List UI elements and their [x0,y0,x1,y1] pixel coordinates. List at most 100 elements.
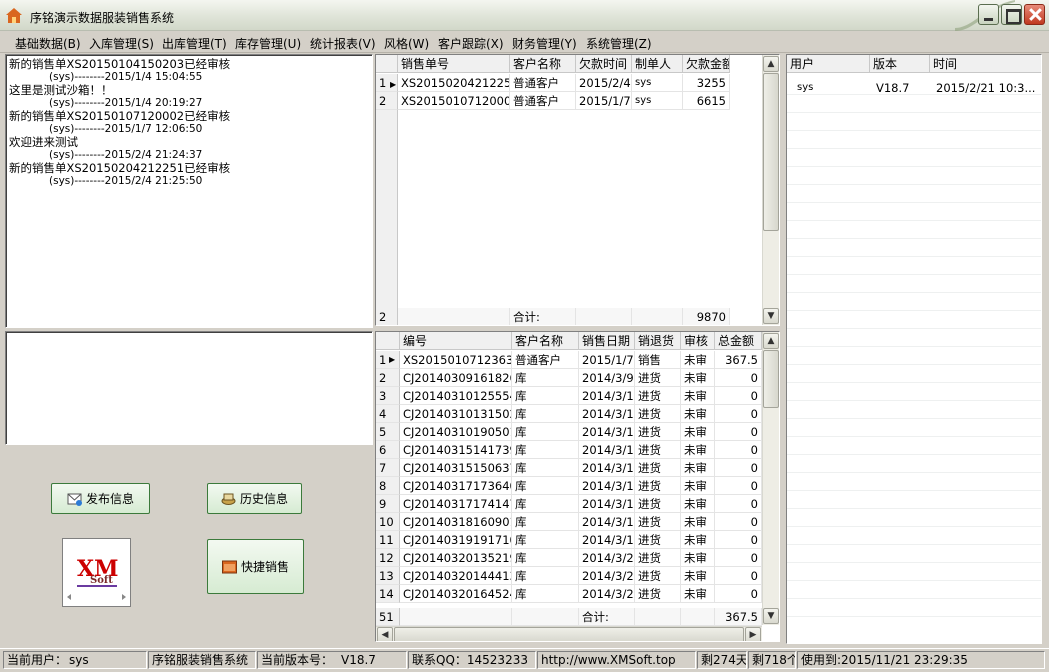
scroll-thumb[interactable] [394,627,744,641]
table-cell[interactable]: 进货 [635,387,681,405]
table-cell[interactable]: 2014/3/20 [579,549,635,567]
table-cell[interactable]: 6615 [683,92,730,110]
table-cell[interactable]: 2014/3/19 [579,531,635,549]
message-input[interactable] [5,331,373,445]
table-cell[interactable]: 进货 [635,405,681,423]
scroll-thumb[interactable] [763,73,779,231]
column-header[interactable]: 销售单号 [398,55,510,73]
table-cell[interactable]: 普通客户 [510,92,576,110]
column-header[interactable]: 总金额 [715,332,762,350]
table-cell[interactable]: 进货 [635,459,681,477]
column-header[interactable]: 销退货 [635,332,681,350]
table-cell[interactable]: 2015/2/4 2 [576,74,632,92]
menu-system[interactable]: 系统管理(Z) [586,35,652,52]
table-cell[interactable]: 进货 [635,585,681,603]
table-cell[interactable]: 2014/3/10 [579,387,635,405]
table-cell[interactable]: 2014/3/18 [579,513,635,531]
vertical-scrollbar[interactable]: ▲ ▼ [762,332,779,625]
minimize-button[interactable] [978,4,999,25]
status-url[interactable]: http://www.XMSoft.top [537,651,696,669]
column-header[interactable]: 欠款金额 [683,55,730,73]
column-header[interactable]: 制单人 [632,55,683,73]
table-cell[interactable]: XS20150204212251 [398,74,510,92]
table-cell[interactable]: CJ20140310190501 [400,423,512,441]
table-cell[interactable]: 2014/3/20 [579,567,635,585]
scroll-down-button[interactable]: ▼ [763,608,779,624]
table-cell[interactable]: 进货 [635,477,681,495]
close-button[interactable] [1024,4,1045,25]
menu-inbound[interactable]: 入库管理(S) [89,35,154,52]
table-cell[interactable]: 未审 [681,495,715,513]
table-cell[interactable]: 0 [715,387,762,405]
horizontal-scrollbar[interactable]: ◀ ▶ [376,626,762,641]
title-bar[interactable]: 序铭演示数据服装销售系统 [0,0,1049,31]
table-cell[interactable]: 未审 [681,549,715,567]
table-cell[interactable]: 库 [512,585,579,603]
table-cell[interactable]: 进货 [635,423,681,441]
table-cell[interactable]: 0 [715,369,762,387]
table-cell[interactable]: 库 [512,567,579,585]
table-cell[interactable]: 未审 [681,477,715,495]
table-cell[interactable]: CJ20140309161826 [400,369,512,387]
table-cell[interactable]: CJ20140320135219 [400,549,512,567]
table-cell[interactable]: 0 [715,531,762,549]
table-cell[interactable]: 0 [715,441,762,459]
table-cell[interactable]: 0 [715,405,762,423]
column-header[interactable]: 编号 [400,332,512,350]
table-cell[interactable]: 库 [512,405,579,423]
column-header[interactable]: 审核 [681,332,715,350]
table-cell[interactable]: 2014/3/10 [579,423,635,441]
vertical-scrollbar[interactable]: ▲ ▼ [762,55,779,325]
table-cell[interactable]: 未审 [681,585,715,603]
table-cell[interactable]: 库 [512,549,579,567]
table-cell[interactable]: 库 [512,495,579,513]
table-cell[interactable]: 未审 [681,531,715,549]
debt-grid[interactable]: 销售单号 客户名称 欠款时间 制单人 欠款金额 1 ▶ XS2015020421… [375,54,780,326]
table-cell[interactable]: 进货 [635,441,681,459]
quick-sale-button[interactable]: 快捷销售 [207,539,304,594]
table-cell[interactable]: 367.5 [715,351,762,369]
table-cell[interactable]: CJ20140317173640 [400,477,512,495]
table-cell[interactable]: CJ20140318160901 [400,513,512,531]
table-cell[interactable]: 未审 [681,441,715,459]
menu-reports[interactable]: 统计报表(V) [310,35,376,52]
table-cell[interactable]: 0 [715,423,762,441]
scroll-up-button[interactable]: ▲ [763,333,779,349]
table-cell[interactable]: 2014/3/9 [579,369,635,387]
scroll-right-button[interactable]: ▶ [745,627,761,641]
table-cell[interactable]: 0 [715,513,762,531]
table-cell[interactable]: sys [632,74,683,92]
table-cell[interactable]: 进货 [635,567,681,585]
table-cell[interactable]: CJ20140319191710 [400,531,512,549]
table-cell[interactable]: 未审 [681,513,715,531]
table-cell[interactable]: 库 [512,369,579,387]
table-cell[interactable]: 2014/3/10 [579,405,635,423]
table-cell[interactable]: 进货 [635,531,681,549]
table-cell[interactable]: 进货 [635,513,681,531]
column-header[interactable]: 客户名称 [512,332,579,350]
table-cell[interactable]: 库 [512,441,579,459]
table-cell[interactable]: 0 [715,459,762,477]
table-cell[interactable]: XS20150107120002 [398,92,510,110]
table-cell[interactable]: 未审 [681,405,715,423]
table-cell[interactable]: sys [632,92,683,110]
table-cell[interactable]: 2014/3/17 [579,477,635,495]
table-cell[interactable]: 未审 [681,567,715,585]
table-cell[interactable]: 未审 [681,387,715,405]
column-header[interactable]: 销售日期 [579,332,635,350]
menu-finance[interactable]: 财务管理(Y) [512,35,577,52]
history-button[interactable]: 历史信息 [207,483,302,514]
column-header[interactable]: 客户名称 [510,55,576,73]
table-cell[interactable]: XS20150107123639 [400,351,512,369]
table-cell[interactable]: 库 [512,423,579,441]
table-cell[interactable]: 库 [512,459,579,477]
table-cell[interactable]: 库 [512,531,579,549]
table-cell[interactable]: 库 [512,387,579,405]
table-cell[interactable]: CJ20140320144413 [400,567,512,585]
scroll-thumb[interactable] [763,350,779,408]
menu-style[interactable]: 风格(W) [384,35,429,52]
column-header[interactable]: 用户 [787,55,870,73]
menu-inventory[interactable]: 库存管理(U) [235,35,301,52]
scroll-left-button[interactable]: ◀ [377,627,393,641]
table-cell[interactable]: 普通客户 [512,351,579,369]
